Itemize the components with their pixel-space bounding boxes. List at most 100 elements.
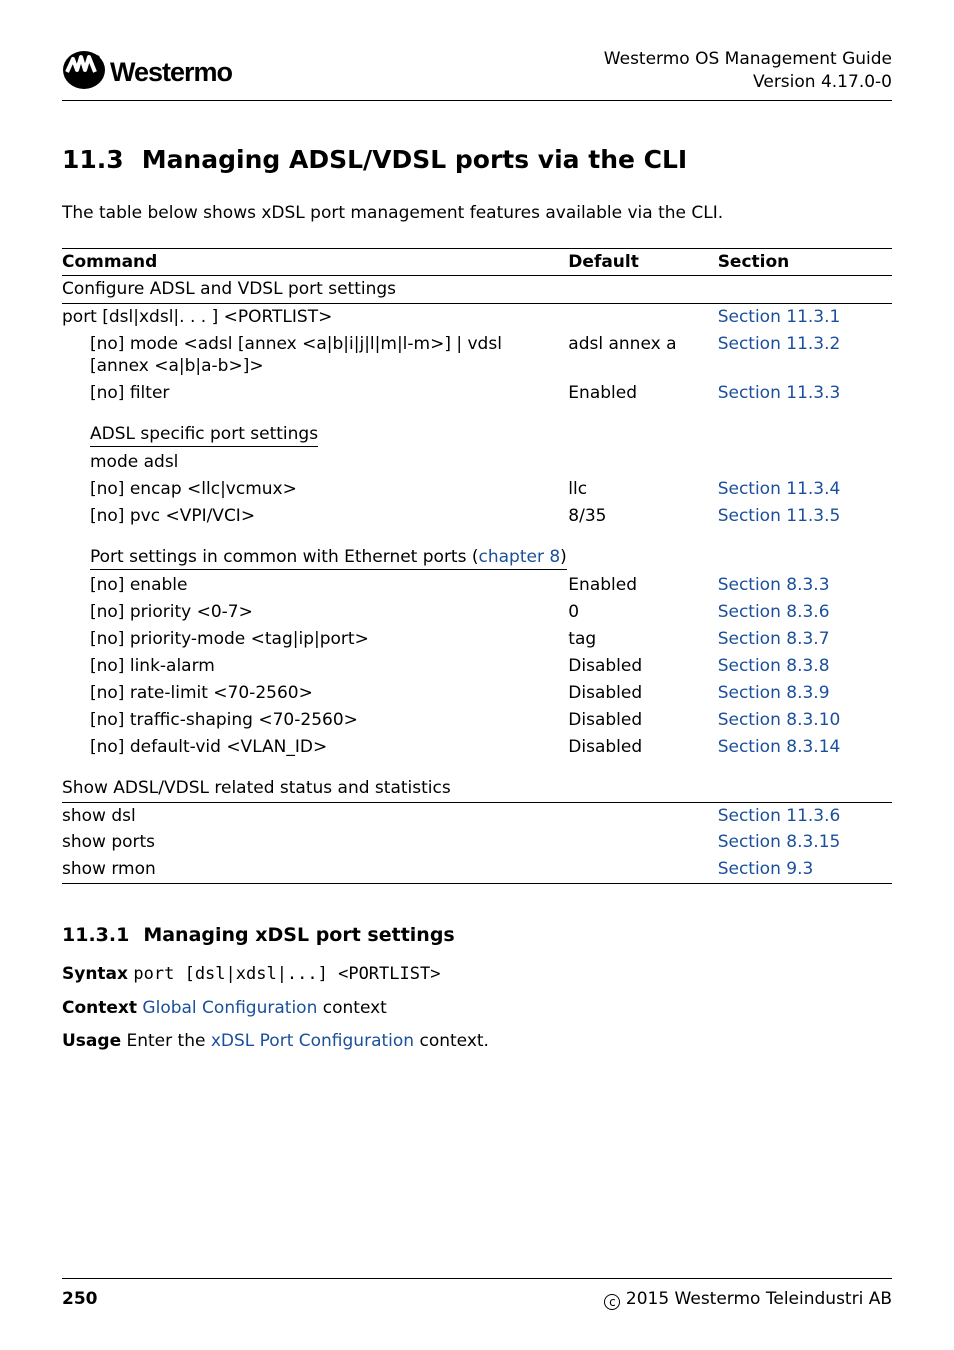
def-cell: Disabled — [568, 734, 717, 761]
svg-text:R: R — [95, 57, 99, 63]
def-cell: 8/35 — [568, 503, 717, 530]
cmd-cell: [no] pvc <VPI/VCI> — [62, 503, 568, 530]
def-cell: Enabled — [568, 572, 717, 599]
cmd-cell: show ports — [62, 829, 568, 856]
cmd-cell: [no] encap <llc|vcmux> — [62, 476, 568, 503]
section-link[interactable]: Section 11.3.5 — [718, 506, 841, 526]
section-link[interactable]: Section 11.3.3 — [718, 383, 841, 403]
section-title: Managing ADSL/VDSL ports via the CLI — [142, 145, 688, 174]
def-cell: Disabled — [568, 653, 717, 680]
chapter-link[interactable]: chapter 8 — [479, 547, 561, 567]
table-row: [no] pvc <VPI/VCI> 8/35 Section 11.3.5 — [62, 503, 892, 530]
def-cell: adsl annex a — [568, 331, 717, 381]
section-link[interactable]: Section 8.3.9 — [718, 683, 830, 703]
cmd-cell: [no] default-vid <VLAN_ID> — [62, 734, 568, 761]
cmd-cell: [no] enable — [62, 572, 568, 599]
sec-cell — [718, 449, 892, 476]
def-cell: llc — [568, 476, 717, 503]
section-link[interactable]: Section 11.3.6 — [718, 806, 841, 826]
section-link[interactable]: Section 8.3.10 — [718, 710, 841, 730]
def-cell — [568, 802, 717, 829]
section-link[interactable]: Section 11.3.4 — [718, 479, 841, 499]
group-heading-row: Show ADSL/VDSL related status and statis… — [62, 761, 892, 802]
syntax-label: Syntax — [62, 964, 128, 984]
group-subhead-row: ADSL specific port settings — [62, 407, 892, 449]
section-heading: 11.3 Managing ADSL/VDSL ports via the CLI — [62, 145, 892, 174]
section-link[interactable]: Section 8.3.15 — [718, 832, 841, 852]
page-number: 250 — [62, 1289, 98, 1310]
group-heading: Show ADSL/VDSL related status and statis… — [62, 761, 892, 802]
cmd-cell: [no] filter — [62, 380, 568, 407]
cmd-cell: show rmon — [62, 856, 568, 883]
group-heading: ADSL specific port settings — [90, 423, 318, 447]
header-meta: Westermo OS Management Guide Version 4.1… — [604, 48, 892, 94]
table-row: show ports Section 8.3.15 — [62, 829, 892, 856]
table-row: [no] priority-mode <tag|ip|port> tag Sec… — [62, 626, 892, 653]
section-link[interactable]: Section 9.3 — [718, 859, 814, 879]
subsection-heading: 11.3.1 Managing xDSL port settings — [62, 924, 892, 946]
group-heading: Port settings in common with Ethernet po… — [90, 546, 567, 570]
cmd-cell: port [dsl|xdsl|. . . ] <PORTLIST> — [62, 303, 568, 330]
copyright-icon: c — [604, 1294, 620, 1310]
usage-link[interactable]: xDSL Port Configuration — [211, 1031, 414, 1051]
table-row: [no] encap <llc|vcmux> llc Section 11.3.… — [62, 476, 892, 503]
def-cell: Disabled — [568, 680, 717, 707]
usage-post: context. — [414, 1031, 489, 1051]
usage-line: Usage Enter the xDSL Port Configuration … — [62, 1029, 892, 1055]
def-cell — [568, 449, 717, 476]
footer-rule — [62, 1278, 892, 1279]
subsection-title: Managing xDSL port settings — [143, 924, 454, 946]
group-heading-row: Configure ADSL and VDSL port settings — [62, 275, 892, 303]
subsection-number: 11.3.1 — [62, 924, 129, 946]
def-cell — [568, 856, 717, 883]
westermo-logo-icon: R Westermo — [62, 50, 272, 90]
syntax-value: port [dsl|xdsl|...] <PORTLIST> — [133, 964, 440, 984]
table-row: [no] rate-limit <70-2560> Disabled Secti… — [62, 680, 892, 707]
context-label: Context — [62, 998, 137, 1018]
usage-pre: Enter the — [127, 1031, 211, 1051]
context-link[interactable]: Global Configuration — [142, 998, 317, 1018]
svg-text:Westermo: Westermo — [110, 57, 233, 87]
def-cell — [568, 829, 717, 856]
cmd-cell: mode adsl — [62, 449, 568, 476]
cmd-cell: show dsl — [62, 802, 568, 829]
def-cell: tag — [568, 626, 717, 653]
table-row: [no] link-alarm Disabled Section 8.3.8 — [62, 653, 892, 680]
section-link[interactable]: Section 8.3.8 — [718, 656, 830, 676]
section-intro: The table below shows xDSL port manageme… — [62, 202, 892, 226]
cmd-cell: [no] link-alarm — [62, 653, 568, 680]
section-link[interactable]: Section 8.3.6 — [718, 602, 830, 622]
table-row: [no] priority <0-7> 0 Section 8.3.6 — [62, 599, 892, 626]
def-cell: Disabled — [568, 707, 717, 734]
cmd-cell: [no] rate-limit <70-2560> — [62, 680, 568, 707]
brand-logo: R Westermo — [62, 48, 272, 92]
section-link[interactable]: Section 11.3.1 — [718, 307, 841, 327]
context-post: context — [317, 998, 386, 1018]
table-row: [no] enable Enabled Section 8.3.3 — [62, 572, 892, 599]
def-cell: 0 — [568, 599, 717, 626]
col-command: Command — [62, 248, 568, 275]
section-number: 11.3 — [62, 145, 124, 174]
def-cell: Enabled — [568, 380, 717, 407]
table-row: show rmon Section 9.3 — [62, 856, 892, 883]
page-header: R Westermo Westermo OS Management Guide … — [62, 48, 892, 94]
table-row: port [dsl|xdsl|. . . ] <PORTLIST> Sectio… — [62, 303, 892, 330]
header-rule — [62, 100, 892, 101]
section-link[interactable]: Section 8.3.3 — [718, 575, 830, 595]
syntax-line: Syntax port [dsl|xdsl|...] <PORTLIST> — [62, 962, 892, 988]
cmd-cell: [no] mode <adsl [annex <a|b|i|j|l|m|l-m>… — [62, 331, 568, 381]
def-cell — [568, 303, 717, 330]
section-link[interactable]: Section 8.3.14 — [718, 737, 841, 757]
section-link[interactable]: Section 8.3.7 — [718, 629, 830, 649]
group-heading: Configure ADSL and VDSL port settings — [62, 275, 892, 303]
version-label: Version 4.17.0-0 — [604, 71, 892, 94]
copyright: c 2015 Westermo Teleindustri AB — [604, 1289, 892, 1310]
table-row: [no] default-vid <VLAN_ID> Disabled Sect… — [62, 734, 892, 761]
table-row: [no] filter Enabled Section 11.3.3 — [62, 380, 892, 407]
usage-label: Usage — [62, 1031, 121, 1051]
cmd-cell: [no] priority-mode <tag|ip|port> — [62, 626, 568, 653]
section-link[interactable]: Section 11.3.2 — [718, 334, 841, 354]
commands-table: Command Default Section Configure ADSL a… — [62, 248, 892, 885]
col-default: Default — [568, 248, 717, 275]
group-subhead-row: Port settings in common with Ethernet po… — [62, 530, 892, 572]
